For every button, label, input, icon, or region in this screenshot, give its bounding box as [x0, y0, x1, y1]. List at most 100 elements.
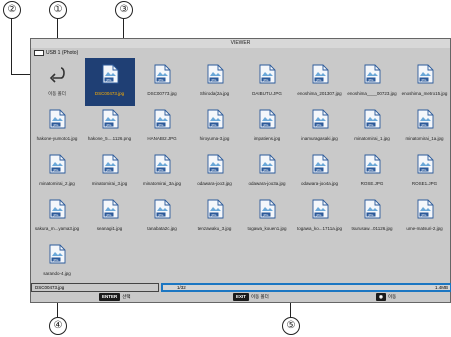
svg-text:JPG: JPG: [420, 168, 427, 172]
svg-text:JPG: JPG: [420, 123, 427, 127]
svg-text:JPG: JPG: [367, 78, 374, 82]
file-tile[interactable]: JPG minatomirai_1.jpg: [347, 103, 397, 151]
file-tile[interactable]: JPG minatomirai_3a.jpg: [137, 148, 187, 196]
file-tile[interactable]: JPG ume-matsuri-2.jpg: [400, 193, 450, 241]
file-tile[interactable]: JPG sarando-4.jpg: [32, 238, 82, 286]
file-name: sakura_m...yama3.jpg: [34, 226, 80, 231]
file-name: ROSE1.JPG: [411, 181, 438, 186]
file-tile[interactable]: JPG odawara-joo4a.jpg: [295, 148, 345, 196]
file-name: tsurusaw...01126.jpg: [351, 226, 393, 231]
file-tile[interactable]: JPG minatomirai_1a.jpg: [400, 103, 450, 151]
svg-text:JPG: JPG: [157, 168, 164, 172]
file-name: hiroyuma-3.jpg: [199, 136, 230, 141]
file-name: inamuragasaki.jpg: [301, 136, 338, 141]
window-title: VIEWER: [31, 39, 450, 48]
path-bar: USB 1 (Photo): [31, 48, 450, 58]
file-tile[interactable]: JPG togawa_ko...1711a.jpg: [295, 193, 345, 241]
file-tile[interactable]: JPG togawa_kouen1.jpg: [242, 193, 292, 241]
svg-text:JPG: JPG: [210, 78, 217, 82]
file-tile[interactable]: JPG impatiens.jpg: [242, 103, 292, 151]
jpg-file-icon: JPG: [102, 64, 119, 84]
jpg-file-icon: JPG: [312, 109, 329, 129]
callout-4: ④: [49, 317, 67, 335]
svg-text:JPG: JPG: [367, 168, 374, 172]
jpg-file-icon: JPG: [49, 244, 66, 264]
file-tile[interactable]: JPG tenzawaku_3.jpg: [190, 193, 240, 241]
parent-folder-tile[interactable]: 이동 폴더: [32, 58, 82, 106]
file-name: minatomirai_1.jpg: [354, 136, 390, 141]
file-tile[interactable]: JPG enoshima_201307.jpg: [295, 58, 345, 106]
jpg-file-icon: JPG: [364, 64, 381, 84]
file-tile[interactable]: JPG seanagi1.jpg: [85, 193, 135, 241]
jpg-file-icon: JPG: [154, 109, 171, 129]
file-name: tenzawaku_3.jpg: [197, 226, 232, 231]
hint-exit[interactable]: EXIT 이동 폴더: [233, 293, 269, 301]
file-count: 1/32: [177, 285, 186, 290]
file-tile[interactable]: JPG minatomirai_3.jpg: [85, 148, 135, 196]
callout-3: ③: [115, 1, 133, 19]
svg-text:JPG: JPG: [105, 123, 112, 127]
jpg-file-icon: JPG: [417, 64, 434, 84]
file-name: ROSE.JPG: [360, 181, 384, 186]
jpg-file-icon: JPG: [364, 109, 381, 129]
file-tile[interactable]: JPG ROSE.JPG: [347, 148, 397, 196]
file-tile[interactable]: JPG Shiroda(2a.jpg: [190, 58, 240, 106]
jpg-file-icon: JPG: [154, 199, 171, 219]
callout-5: ⑤: [282, 317, 300, 335]
folder-icon: [34, 50, 44, 56]
file-tile[interactable]: JPG ROSE1.JPG: [400, 148, 450, 196]
file-tile[interactable]: JPG hakone-yumoto1.jpg: [32, 103, 82, 151]
svg-text:JPG: JPG: [157, 213, 164, 217]
file-tile[interactable]: JPG DAIBUTU.JPG: [242, 58, 292, 106]
file-tile[interactable]: JPG sakura_m...yama3.jpg: [32, 193, 82, 241]
file-tile[interactable]: JPG tanabata2c.jpg: [137, 193, 187, 241]
svg-text:JPG: JPG: [367, 123, 374, 127]
file-name: DAIBUTU.JPG: [252, 91, 282, 96]
file-tile[interactable]: JPG odawara-joo3.jpg: [190, 148, 240, 196]
back-arrow-icon: [49, 64, 66, 84]
jpg-file-icon: JPG: [259, 64, 276, 84]
file-tile[interactable]: JPG DSC00773.jpg: [137, 58, 187, 106]
svg-text:JPG: JPG: [210, 168, 217, 172]
file-name: odawara-joo3.jpg: [197, 181, 232, 186]
file-name: minatomirai_1a.jpg: [405, 136, 444, 141]
jpg-file-icon: JPG: [259, 199, 276, 219]
file-tile[interactable]: JPG hiroyuma-3.jpg: [190, 103, 240, 151]
file-name: hakone_5....1126.png: [87, 136, 132, 141]
jpg-file-icon: JPG: [312, 64, 329, 84]
file-tile[interactable]: JPG inamuragasaki.jpg: [295, 103, 345, 151]
jpg-file-icon: JPG: [102, 154, 119, 174]
file-name: enoshima_201307.jpg: [297, 91, 342, 96]
hint-enter-label: 선택: [122, 294, 131, 299]
file-tile[interactable]: JPG HANABI2.JPG: [137, 103, 187, 151]
file-name: impatiens.jpg: [253, 136, 281, 141]
svg-text:JPG: JPG: [262, 168, 269, 172]
file-name: enoshima____00723.jpg: [347, 91, 397, 96]
jpg-file-icon: JPG: [312, 154, 329, 174]
svg-text:JPG: JPG: [210, 213, 217, 217]
file-name: togawa_kouen1.jpg: [247, 226, 287, 231]
file-tile[interactable]: JPG hakone_5....1126.png: [85, 103, 135, 151]
svg-text:JPG: JPG: [262, 213, 269, 217]
svg-text:JPG: JPG: [52, 168, 59, 172]
hint-move-label: 이동: [387, 294, 397, 299]
jpg-file-icon: JPG: [154, 64, 171, 84]
file-tile[interactable]: JPG enoshima____00723.jpg: [347, 58, 397, 106]
file-tile[interactable]: JPG DSC00473.jpg: [84, 58, 135, 106]
file-tile[interactable]: JPG tsurusaw...01126.jpg: [347, 193, 397, 241]
file-name: sarando-4.jpg: [43, 271, 71, 276]
svg-text:JPG: JPG: [52, 123, 59, 127]
file-name: DSC00773.jpg: [147, 91, 177, 96]
file-tile[interactable]: JPG minatomirai_2.jpg: [32, 148, 82, 196]
file-tile[interactable]: JPG odawara-joo3a.jpg: [242, 148, 292, 196]
jpg-file-icon: JPG: [207, 199, 224, 219]
file-name: tanabata2c.jpg: [147, 226, 177, 231]
hint-enter[interactable]: ENTER 선택: [99, 293, 131, 301]
file-name: Shiroda(2a.jpg: [199, 91, 230, 96]
viewer-screen: VIEWER USB 1 (Photo) 이동 폴더 JPG DSC00473.jp…: [30, 38, 451, 303]
jpg-file-icon: JPG: [207, 64, 224, 84]
svg-text:JPG: JPG: [52, 213, 59, 217]
hint-move[interactable]: ◉ 이동: [376, 293, 396, 301]
file-name: odawara-joo4a.jpg: [300, 181, 339, 186]
file-tile[interactable]: JPG enoshima_metro15.jpg: [400, 58, 450, 106]
